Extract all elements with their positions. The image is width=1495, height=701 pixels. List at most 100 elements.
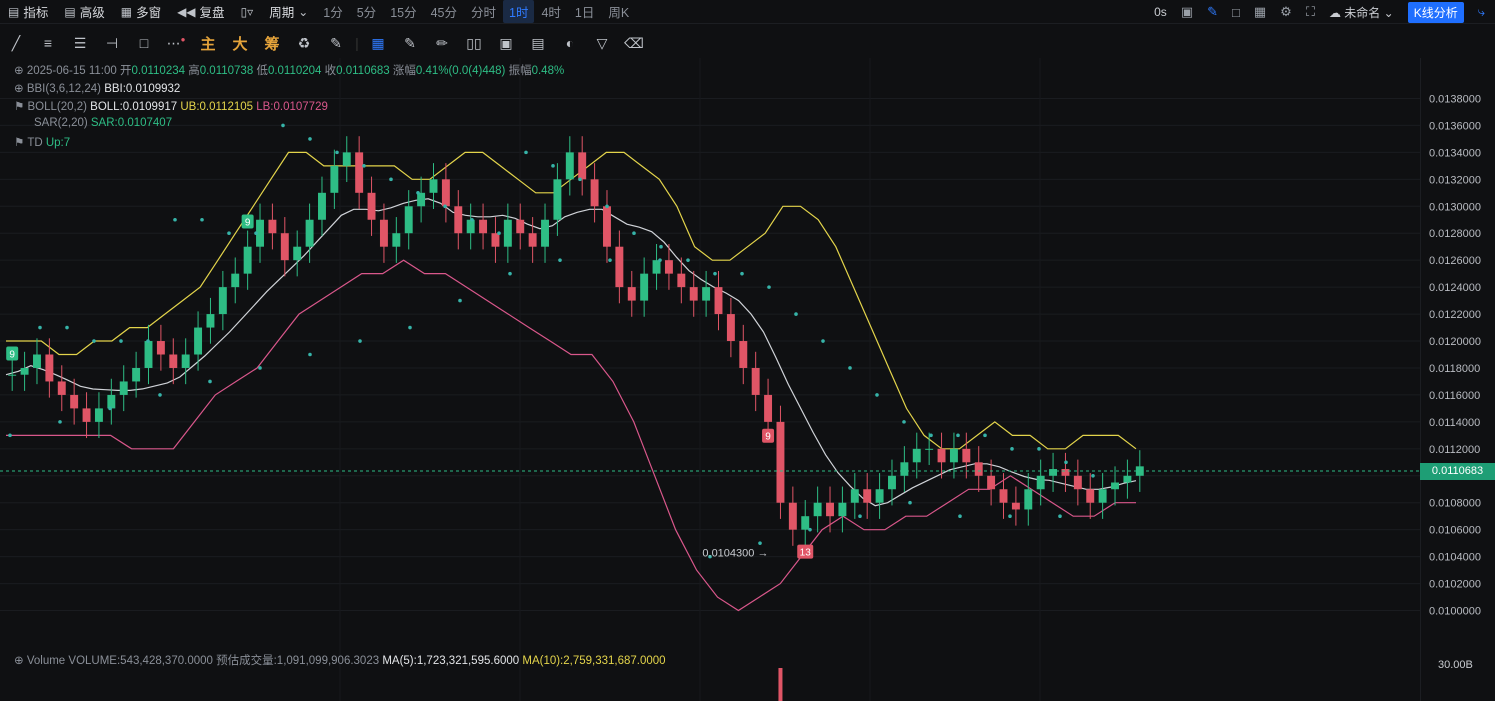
boll-upper-band bbox=[6, 151, 1137, 450]
candle-body bbox=[107, 394, 116, 409]
advanced-icon: ▤ bbox=[64, 4, 76, 19]
sar-dot bbox=[416, 191, 420, 195]
gear-icon[interactable]: ⚙ bbox=[1280, 4, 1292, 20]
chart-type-button[interactable]: ▯▿ bbox=[233, 5, 262, 19]
candle-body bbox=[33, 354, 41, 368]
magnet-icon[interactable]: ♻ bbox=[288, 35, 320, 52]
collapse-icon[interactable]: ⊕ bbox=[14, 83, 24, 95]
fullscreen-icon[interactable]: ⛶ bbox=[1306, 4, 1315, 20]
volume-value: VOLUME:543,428,370.0000 bbox=[68, 655, 213, 667]
trash-icon[interactable]: ⌫ bbox=[618, 35, 650, 52]
chips-button[interactable]: 筹 bbox=[256, 33, 288, 54]
sar-dot bbox=[308, 137, 312, 141]
candle-body bbox=[144, 341, 153, 368]
camera-icon[interactable]: ▣ bbox=[1181, 4, 1193, 20]
interval-15m[interactable]: 15分 bbox=[383, 2, 423, 21]
parallel-lines-icon[interactable]: ≡ bbox=[32, 35, 64, 51]
horizontal-lines-icon[interactable]: ☰ bbox=[64, 35, 96, 52]
price-tick-label: 0.0118000 bbox=[1429, 363, 1480, 375]
candle-body bbox=[305, 219, 314, 247]
interval-timeshare[interactable]: 分时 bbox=[464, 2, 503, 21]
candle-body bbox=[702, 287, 711, 301]
sar-dot bbox=[908, 500, 912, 505]
image-icon[interactable]: ▦ bbox=[1254, 4, 1266, 20]
ruler-icon[interactable]: ✎ bbox=[394, 35, 426, 52]
low-label: 低 bbox=[256, 65, 268, 77]
share-icon[interactable]: ⤷ bbox=[1478, 4, 1485, 20]
td-marker-label: 13 bbox=[800, 548, 812, 559]
select-icon[interactable]: ▦ bbox=[362, 35, 394, 52]
price-chart[interactable]: 9 9 9 13 0.0104300 → bbox=[0, 58, 1420, 701]
candle-body bbox=[280, 233, 289, 261]
sar-dot bbox=[227, 231, 231, 236]
period-dropdown[interactable]: 周期 ⌄ bbox=[261, 2, 316, 21]
candle-body bbox=[801, 516, 810, 530]
interval-1m[interactable]: 1分 bbox=[316, 2, 349, 21]
popout-icon[interactable]: □ bbox=[1232, 5, 1240, 20]
advanced-button[interactable]: ▤ 高级 bbox=[56, 2, 112, 21]
candle-body bbox=[949, 448, 958, 463]
change-label: 涨幅 bbox=[392, 65, 416, 77]
interval-45m[interactable]: 45分 bbox=[424, 2, 464, 21]
open-value: 0.0110234 bbox=[131, 65, 186, 77]
visibility-icon[interactable]: ◐ bbox=[554, 35, 586, 51]
interval-5m[interactable]: 5分 bbox=[350, 2, 383, 21]
interval-1w[interactable]: 周K bbox=[601, 2, 636, 21]
candle-body bbox=[404, 206, 413, 234]
sar-dot bbox=[686, 258, 690, 262]
candles-icon[interactable]: ▯▯ bbox=[458, 35, 490, 52]
candle-body bbox=[355, 152, 364, 193]
cloud-icon: ☁ bbox=[1328, 5, 1341, 20]
volume-info-row: ⊕ Volume VOLUME:543,428,370.0000 预估成交量:1… bbox=[14, 652, 666, 668]
eraser-tool-icon[interactable]: ✎ bbox=[320, 35, 352, 52]
big-order-button[interactable]: 大 bbox=[224, 33, 256, 54]
rectangle-icon[interactable]: □ bbox=[128, 35, 160, 51]
boll-name[interactable]: BOLL(20,2) bbox=[28, 101, 87, 113]
horizontal-ray-icon[interactable]: ⊣ bbox=[96, 35, 128, 52]
lock-icon[interactable]: ▣ bbox=[490, 35, 522, 52]
trendline-icon[interactable]: ╱ bbox=[0, 35, 32, 52]
filter-icon[interactable]: ▽ bbox=[586, 35, 618, 52]
bell-icon[interactable]: ⚑ bbox=[14, 101, 24, 113]
layout-dropdown[interactable]: ☁ 未命名 ⌄ bbox=[1329, 4, 1394, 21]
sar-dot bbox=[335, 150, 339, 155]
more-tools-icon[interactable]: ⋯● bbox=[160, 35, 192, 52]
td-info-row: ⚑ TD Up:7 bbox=[14, 135, 70, 149]
bell-icon[interactable]: ⚑ bbox=[14, 137, 24, 149]
sar-name[interactable]: SAR(2,20) bbox=[34, 117, 88, 129]
candle-body bbox=[603, 206, 611, 247]
sar-dot bbox=[658, 258, 662, 262]
kline-analysis-button[interactable]: K线分析 bbox=[1407, 1, 1464, 23]
candle-body bbox=[1036, 475, 1045, 490]
rewind-icon: ◀◀ bbox=[177, 4, 196, 19]
price-axis[interactable]: 0.0138000 0.0136000 0.0134000 0.0132000 0.01… bbox=[1420, 58, 1495, 701]
collapse-icon[interactable]: ⊕ bbox=[14, 65, 24, 77]
price-tick-label: 0.0120000 bbox=[1429, 336, 1481, 348]
interval-4h[interactable]: 4时 bbox=[534, 2, 567, 21]
candle-body bbox=[392, 233, 401, 247]
sar-dot bbox=[858, 514, 862, 518]
brush-icon[interactable]: ✏ bbox=[426, 35, 458, 52]
candle-body bbox=[1061, 469, 1070, 476]
bbi-name[interactable]: BBI(3,6,12,24) bbox=[27, 83, 101, 95]
sar-dot bbox=[158, 393, 162, 397]
volume-name[interactable]: Volume bbox=[27, 655, 65, 667]
candle-body bbox=[788, 502, 797, 530]
replay-label: 复盘 bbox=[199, 6, 225, 20]
td-name[interactable]: TD bbox=[27, 137, 42, 149]
main-indicator-button[interactable]: 主 bbox=[192, 33, 224, 54]
pen-icon[interactable]: ✎ bbox=[1207, 4, 1218, 20]
sar-dot bbox=[740, 271, 744, 276]
interval-1h[interactable]: 1时 bbox=[503, 0, 535, 23]
sar-dot bbox=[119, 339, 123, 343]
interval-1d[interactable]: 1日 bbox=[568, 2, 601, 21]
price-tick-label: 0.0102000 bbox=[1429, 579, 1481, 591]
sar-dot bbox=[358, 339, 362, 343]
candle-body bbox=[677, 273, 686, 288]
note-icon[interactable]: ▤ bbox=[522, 35, 554, 52]
multi-window-button[interactable]: ▦ 多窗 bbox=[113, 2, 169, 21]
collapse-icon[interactable]: ⊕ bbox=[14, 655, 24, 667]
replay-button[interactable]: ◀◀ 复盘 bbox=[169, 2, 232, 21]
sar-dot bbox=[8, 433, 12, 438]
indicators-button[interactable]: ▤ 指标 bbox=[0, 2, 56, 21]
